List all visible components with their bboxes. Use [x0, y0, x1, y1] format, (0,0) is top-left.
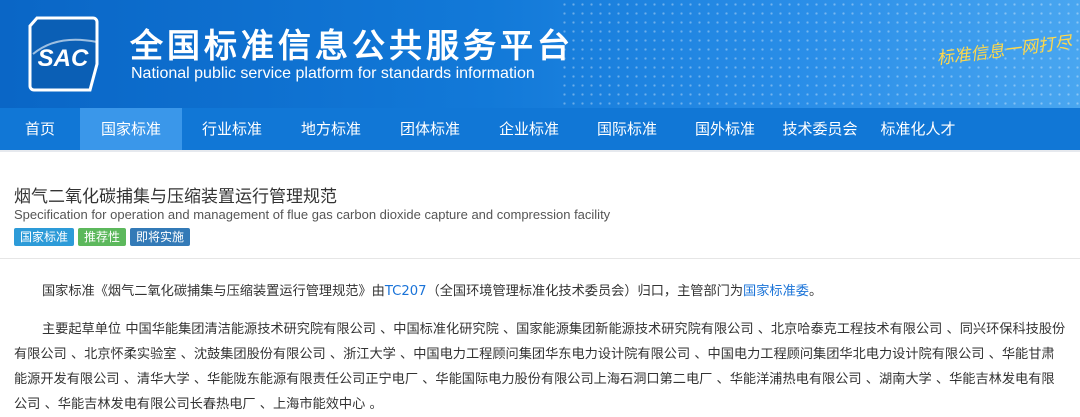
standard-title-cn: 烟气二氧化碳捕集与压缩装置运行管理规范 — [14, 187, 337, 207]
nav-enterprise-standard[interactable]: 企业标准 — [480, 108, 578, 150]
tc207-link[interactable]: TC207 — [385, 284, 427, 299]
logo-text: SAC — [38, 45, 89, 72]
nav-foreign-standard[interactable]: 国外标准 — [676, 108, 774, 150]
nav-national-standard[interactable]: 国家标准 — [80, 108, 182, 150]
tag-upcoming: 即将实施 — [130, 228, 191, 246]
tag-recommended: 推荐性 — [78, 228, 127, 246]
main-nav: 首页 国家标准 行业标准 地方标准 团体标准 企业标准 国际标准 国外标准 技术… — [0, 108, 1080, 150]
site-title-cn: 全国标准信息公共服务平台 — [130, 26, 574, 65]
nav-divider — [0, 150, 1080, 152]
nav-technical-committee[interactable]: 技术委员会 — [774, 108, 866, 150]
governance-text-c: 。 — [808, 284, 823, 299]
nav-home[interactable]: 首页 — [0, 108, 80, 150]
governance-text-b: （全国环境管理标准化技术委员会）归口，主管部门为 — [426, 284, 744, 299]
site-title-en: National public service platform for sta… — [131, 65, 535, 82]
standard-tags: 国家标准 推荐性 即将实施 — [14, 228, 191, 246]
governance-paragraph: 国家标准《烟气二氧化碳捕集与压缩装置运行管理规范》由TC207（全国环境管理标准… — [14, 279, 1067, 304]
drafting-units-paragraph: 主要起草单位 中国华能集团清洁能源技术研究院有限公司 、中国标准化研究院 、国家… — [14, 322, 1066, 412]
nav-group-standard[interactable]: 团体标准 — [380, 108, 480, 150]
governance-text-a: 国家标准《烟气二氧化碳捕集与压缩装置运行管理规范》由 — [42, 284, 385, 299]
nav-international-standard[interactable]: 国际标准 — [578, 108, 676, 150]
nav-industry-standard[interactable]: 行业标准 — [182, 108, 282, 150]
department-link[interactable]: 国家标准委 — [743, 284, 809, 299]
content-divider — [0, 258, 1080, 259]
nav-local-standard[interactable]: 地方标准 — [282, 108, 380, 150]
site-header: SAC 全国标准信息公共服务平台 National public service… — [0, 0, 1080, 108]
tag-national-standard: 国家标准 — [14, 228, 75, 246]
sac-logo[interactable]: SAC — [27, 14, 100, 93]
nav-standardization-talent[interactable]: 标准化人才 — [866, 108, 970, 150]
standard-title-en: Specification for operation and manageme… — [14, 207, 611, 222]
